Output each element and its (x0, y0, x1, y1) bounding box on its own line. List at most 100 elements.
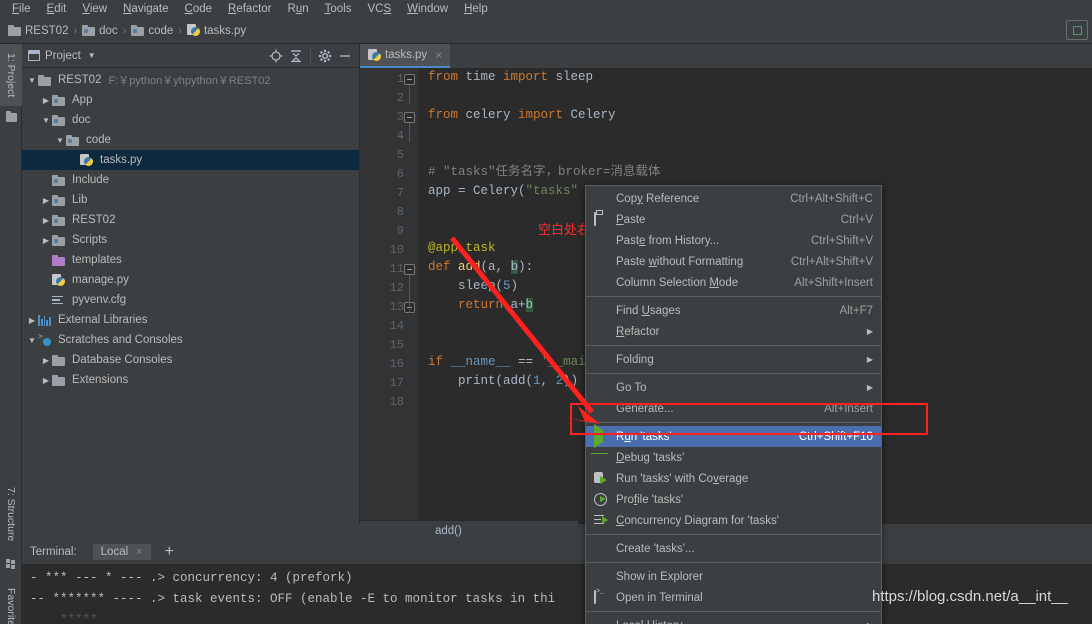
chevron-down-icon[interactable]: ▼ (26, 76, 38, 85)
terminal-tab-local[interactable]: Local × (92, 544, 151, 560)
fold-marker[interactable] (404, 74, 415, 85)
context-menu-item-debug-tasks[interactable]: Debug 'tasks' (586, 447, 881, 468)
context-menu-item-concurrency-diagram-for-tasks[interactable]: Concurrency Diagram for 'tasks' (586, 510, 881, 531)
terminal-tool-window: Terminal: Local × + - *** --- * --- .> c… (22, 540, 1092, 624)
add-terminal-button[interactable]: + (165, 544, 174, 560)
context-menu-item-run-tasks-with-coverage[interactable]: Run 'tasks' with Coverage (586, 468, 881, 489)
menu-item-code[interactable]: Code (177, 0, 221, 18)
chevron-right-icon[interactable]: ▶ (40, 236, 52, 245)
tree-node-label: Scripts (72, 234, 108, 246)
settings-gear-icon[interactable] (315, 46, 335, 66)
tree-node-label: REST02 (72, 214, 116, 226)
editor-tab-tasks-py[interactable]: tasks.py × (360, 44, 451, 68)
editor-breadcrumb-bar: add() (360, 520, 578, 540)
rail-project-icon[interactable] (0, 108, 22, 126)
context-menu-label: Concurrency Diagram for 'tasks' (616, 514, 779, 527)
tree-node-scripts[interactable]: ▶ Scripts (22, 230, 359, 250)
grid-icon (6, 558, 16, 569)
tree-node-doc[interactable]: ▼ doc (22, 110, 359, 130)
locate-icon[interactable] (266, 46, 286, 66)
tree-node-external-libraries[interactable]: ▶ External Libraries (22, 310, 359, 330)
menu-item-help[interactable]: Help (456, 0, 496, 18)
minimize-icon[interactable] (335, 46, 355, 66)
chevron-down-icon[interactable]: ▼ (88, 51, 96, 60)
breadcrumb-label: tasks.py (203, 24, 247, 37)
breadcrumb-item-rest02[interactable]: REST02 (8, 25, 68, 37)
context-menu-item-paste[interactable]: Paste Ctrl+V (586, 209, 881, 230)
context-menu-item-column-selection-mode[interactable]: Column Selection Mode Alt+Shift+Insert (586, 272, 881, 293)
menu-item-edit[interactable]: Edit (39, 0, 75, 18)
editor-tab-label: tasks.py (385, 49, 428, 61)
tree-node-include[interactable]: Include (22, 170, 359, 190)
menu-item-view[interactable]: View (74, 0, 115, 18)
chevron-right-icon[interactable]: ▶ (40, 376, 52, 385)
fold-marker[interactable] (404, 264, 415, 275)
editor-marker-strip[interactable] (1084, 68, 1092, 524)
watermark-text: https://blog.csdn.net/a__int__ (872, 588, 1068, 605)
context-menu-item-open-in-terminal[interactable]: Open in Terminal (586, 587, 881, 608)
chevron-down-icon[interactable]: ▼ (54, 136, 66, 145)
run-play-icon (594, 423, 608, 448)
chevron-down-icon[interactable]: ▼ (40, 116, 52, 125)
fold-marker[interactable] (404, 112, 415, 123)
chevron-right-icon[interactable]: ▶ (40, 216, 52, 225)
context-menu-item-find-usages[interactable]: Find Usages Alt+F7 (586, 300, 881, 321)
folder-icon (131, 25, 145, 36)
editor-gutter[interactable]: 1 2 3 4 5 6 7 8 9 10 11 12 13 14 15 16 17 18 (360, 68, 418, 524)
menu-item-window[interactable]: Window (399, 0, 456, 18)
tree-node-app[interactable]: ▶ App (22, 90, 359, 110)
context-menu-item-run-tasks[interactable]: Run 'tasks' Ctrl+Shift+F10 (586, 423, 881, 448)
tree-node-database-consoles[interactable]: ▶ Database Consoles (22, 350, 359, 370)
context-menu-item-profile-tasks[interactable]: Profile 'tasks' (586, 489, 881, 510)
chevron-right-icon[interactable]: ▶ (40, 196, 52, 205)
menu-item-refactor[interactable]: Refactor (220, 0, 279, 18)
close-icon[interactable]: × (435, 48, 442, 62)
context-menu-item-show-in-explorer[interactable]: Show in Explorer (586, 566, 881, 587)
source-folder-icon (52, 174, 65, 186)
breadcrumb-item-code[interactable]: code (131, 25, 173, 37)
context-menu-item-folding[interactable]: Folding ▶ (586, 349, 881, 370)
context-menu-item-paste-without-formatting[interactable]: Paste without Formatting Ctrl+Alt+Shift+V (586, 251, 881, 272)
menu-item-vcs[interactable]: VCS (359, 0, 399, 18)
context-menu-label: Generate... (616, 402, 674, 415)
tree-node-scratches-and-consoles[interactable]: ▼ Scratches and Consoles (22, 330, 359, 350)
chevron-right-icon[interactable]: ▶ (26, 316, 38, 325)
breadcrumb-item-tasks-py[interactable]: tasks.py (186, 24, 247, 37)
context-menu-label: Paste from History... (616, 234, 720, 247)
tree-node-lib[interactable]: ▶ Lib (22, 190, 359, 210)
rail-button-favorites[interactable]: Favorites (0, 574, 22, 624)
menu-item-file[interactable]: File (4, 0, 39, 18)
tree-node-code[interactable]: ▼ code (22, 130, 359, 150)
breadcrumb-label: code (148, 24, 174, 37)
breadcrumb-item-doc[interactable]: doc (82, 25, 118, 37)
workspace-button[interactable] (1066, 20, 1088, 40)
context-menu-item-go-to[interactable]: Go To ▶ (586, 377, 881, 398)
context-menu-item-create-tasks[interactable]: Create 'tasks'... (586, 538, 881, 559)
context-menu-item-generate[interactable]: Generate... Alt+Insert (586, 398, 881, 419)
rail-structure-icon[interactable] (0, 554, 22, 572)
rail-button-structure[interactable]: 7: Structure (0, 476, 22, 552)
tree-node-rest02[interactable]: ▼ REST02 F:￥python￥yhpython￥REST02 (22, 70, 359, 90)
chevron-right-icon[interactable]: ▶ (40, 356, 52, 365)
tree-node-pyvenv-cfg[interactable]: pyvenv.cfg (22, 290, 359, 310)
menu-item-tools[interactable]: Tools (317, 0, 360, 18)
context-menu-item-local-history[interactable]: Local History▶ (586, 615, 881, 624)
context-menu-item-paste-from-history[interactable]: Paste from History... Ctrl+Shift+V (586, 230, 881, 251)
menu-item-run[interactable]: Run (280, 0, 317, 18)
tree-node-tasks-py[interactable]: tasks.py (22, 150, 359, 170)
context-menu-item-refactor[interactable]: Refactor ▶ (586, 321, 881, 342)
rail-button-project[interactable]: 1: Project (0, 44, 22, 106)
close-icon[interactable]: × (136, 546, 142, 558)
context-menu-item-copy-reference[interactable]: Copy Reference Ctrl+Alt+Shift+C (586, 188, 881, 209)
tree-node-templates[interactable]: templates (22, 250, 359, 270)
line-number: 1 (396, 72, 404, 86)
collapse-all-icon[interactable] (286, 46, 306, 66)
tree-node-manage-py[interactable]: manage.py (22, 270, 359, 290)
chevron-right-icon[interactable]: ▶ (40, 96, 52, 105)
menu-item-navigate[interactable]: Navigate (115, 0, 176, 18)
tree-node-extensions[interactable]: ▶ Extensions (22, 370, 359, 390)
context-menu-label: Refactor (616, 325, 660, 338)
tree-node-rest02[interactable]: ▶ REST02 (22, 210, 359, 230)
chevron-down-icon[interactable]: ▼ (26, 336, 38, 345)
